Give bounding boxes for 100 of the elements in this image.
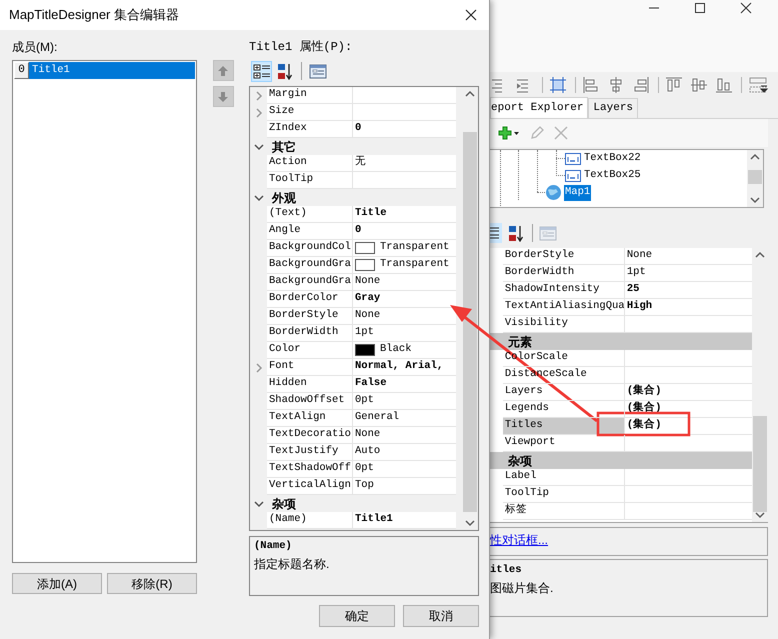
property-value: None (626, 248, 652, 264)
property-value: Title1 (355, 512, 393, 528)
collapse-icon[interactable] (254, 500, 264, 508)
members-label: 成员(M): (12, 40, 58, 56)
description-title: (Name) (254, 539, 292, 554)
expand-icon[interactable] (254, 90, 262, 100)
textbox-icon (565, 152, 581, 164)
property-value: Top (355, 478, 374, 494)
description-text: 指定标题名称. (254, 556, 330, 573)
property-name[interactable]: TextJustify (267, 444, 353, 461)
tab[interactable]: eport Explorer (490, 97, 588, 118)
property-name[interactable]: TextDecoratio (267, 427, 353, 444)
property-name[interactable]: BorderWidth (502, 265, 625, 282)
property-name[interactable]: TextShadowOff (267, 461, 353, 478)
property-name[interactable]: Size (267, 104, 353, 121)
category-header[interactable]: 杂项 (490, 452, 752, 469)
property-name[interactable]: BorderStyle (267, 308, 353, 325)
property-name[interactable]: Color (267, 342, 353, 359)
description-title: itles (490, 563, 522, 578)
property-name[interactable]: Layers (502, 384, 625, 401)
scroll-thumb[interactable] (748, 170, 762, 184)
property-value: General (355, 410, 400, 426)
property-name[interactable]: 标签 (502, 503, 625, 520)
window-title: MapTitleDesigner 集合编辑器 (9, 6, 180, 24)
categorized-icon[interactable] (490, 223, 502, 243)
property-value: Auto (355, 444, 380, 460)
globe-icon (545, 184, 562, 201)
property-name[interactable]: ToolTip (267, 172, 353, 189)
property-name[interactable]: BackgroundCol (267, 240, 353, 257)
collapse-icon[interactable] (254, 142, 264, 150)
property-name[interactable]: Angle (267, 223, 353, 240)
dialog-button[interactable]: 确定 (319, 605, 395, 627)
property-value: 0 (355, 121, 362, 136)
scrollbar[interactable] (462, 87, 478, 530)
expand-icon[interactable] (254, 108, 262, 118)
dialog-button[interactable]: 移除(R) (107, 573, 197, 594)
property-name[interactable]: ZIndex (267, 121, 353, 138)
property-value: 0 (355, 223, 362, 238)
property-name[interactable]: (Name) (267, 512, 353, 529)
maximize-icon[interactable] (694, 2, 706, 14)
category-label: 杂项 (508, 454, 532, 466)
property-name[interactable]: BackgroundGra (267, 257, 353, 274)
property-value: (集合) (626, 384, 662, 400)
category-label: 其它 (272, 140, 296, 152)
property-name[interactable]: BorderStyle (502, 248, 625, 265)
property-name[interactable]: TextAntiAliasingQua (502, 299, 625, 316)
property-value: 1pt (355, 325, 374, 340)
tree-item[interactable]: TextBox22 (583, 150, 642, 166)
property-value: 0pt (355, 393, 374, 408)
property-value: Transparent (380, 240, 450, 256)
property-value: Transparent (380, 257, 450, 272)
property-name[interactable]: TextAlign (267, 410, 353, 427)
property-name[interactable]: Margin (267, 87, 353, 104)
property-value: 无 (355, 155, 366, 170)
textbox-icon (565, 170, 581, 182)
property-name[interactable]: Titles (502, 418, 625, 435)
property-name[interactable]: BackgroundGra (267, 274, 353, 291)
property-value: 25 (626, 282, 640, 298)
property-name[interactable]: BorderWidth (267, 325, 353, 342)
tab[interactable]: Layers (588, 98, 638, 118)
scroll-thumb[interactable] (753, 416, 767, 512)
overflow-icon[interactable] (759, 84, 769, 94)
scrollbar[interactable] (747, 150, 763, 207)
category-header[interactable]: 元素 (490, 333, 752, 350)
dialog-button[interactable]: 添加(A) (12, 573, 102, 594)
tree-item[interactable]: Map1 (564, 184, 592, 200)
property-name[interactable]: Label (502, 469, 625, 486)
property-name[interactable]: ShadowIntensity (502, 282, 625, 299)
collapse-icon[interactable] (254, 194, 264, 202)
property-value: None (355, 427, 380, 442)
sort-az-icon[interactable] (508, 224, 526, 242)
close-icon[interactable] (465, 9, 477, 21)
category-label: 元素 (508, 336, 532, 348)
property-name[interactable]: Action (267, 155, 353, 172)
arrow-down-icon (217, 90, 229, 102)
dialog-button[interactable]: 取消 (403, 605, 479, 627)
member-item[interactable]: Title1 (29, 62, 195, 79)
property-name[interactable]: Hidden (267, 376, 353, 393)
categorized-button[interactable] (251, 60, 272, 82)
close-icon[interactable] (740, 2, 752, 14)
expand-icon[interactable] (254, 362, 262, 372)
properties-dialog-link[interactable]: 性对话框... (490, 531, 548, 549)
index-cell: 0 (14, 62, 29, 79)
property-name[interactable]: (Text) (267, 206, 353, 223)
tree-item[interactable]: TextBox25 (583, 168, 642, 184)
property-name[interactable]: Font (267, 359, 353, 376)
property-value: (集合) (626, 418, 662, 434)
property-name[interactable]: ToolTip (502, 486, 625, 503)
property-value: Black (380, 342, 412, 358)
property-name[interactable]: BorderColor (267, 291, 353, 308)
scroll-thumb[interactable] (463, 132, 477, 512)
tree-line (500, 150, 501, 207)
property-value: False (355, 376, 387, 392)
alignment-icon[interactable] (550, 76, 568, 92)
add-icon[interactable] (498, 126, 520, 140)
alignment-icon[interactable] (749, 76, 767, 92)
property-value: 1pt (626, 265, 646, 280)
property-name[interactable]: VerticalAlign (267, 478, 353, 495)
properties-label: Title1 属性(P): (249, 40, 352, 56)
property-name[interactable]: ShadowOffset (267, 393, 353, 410)
